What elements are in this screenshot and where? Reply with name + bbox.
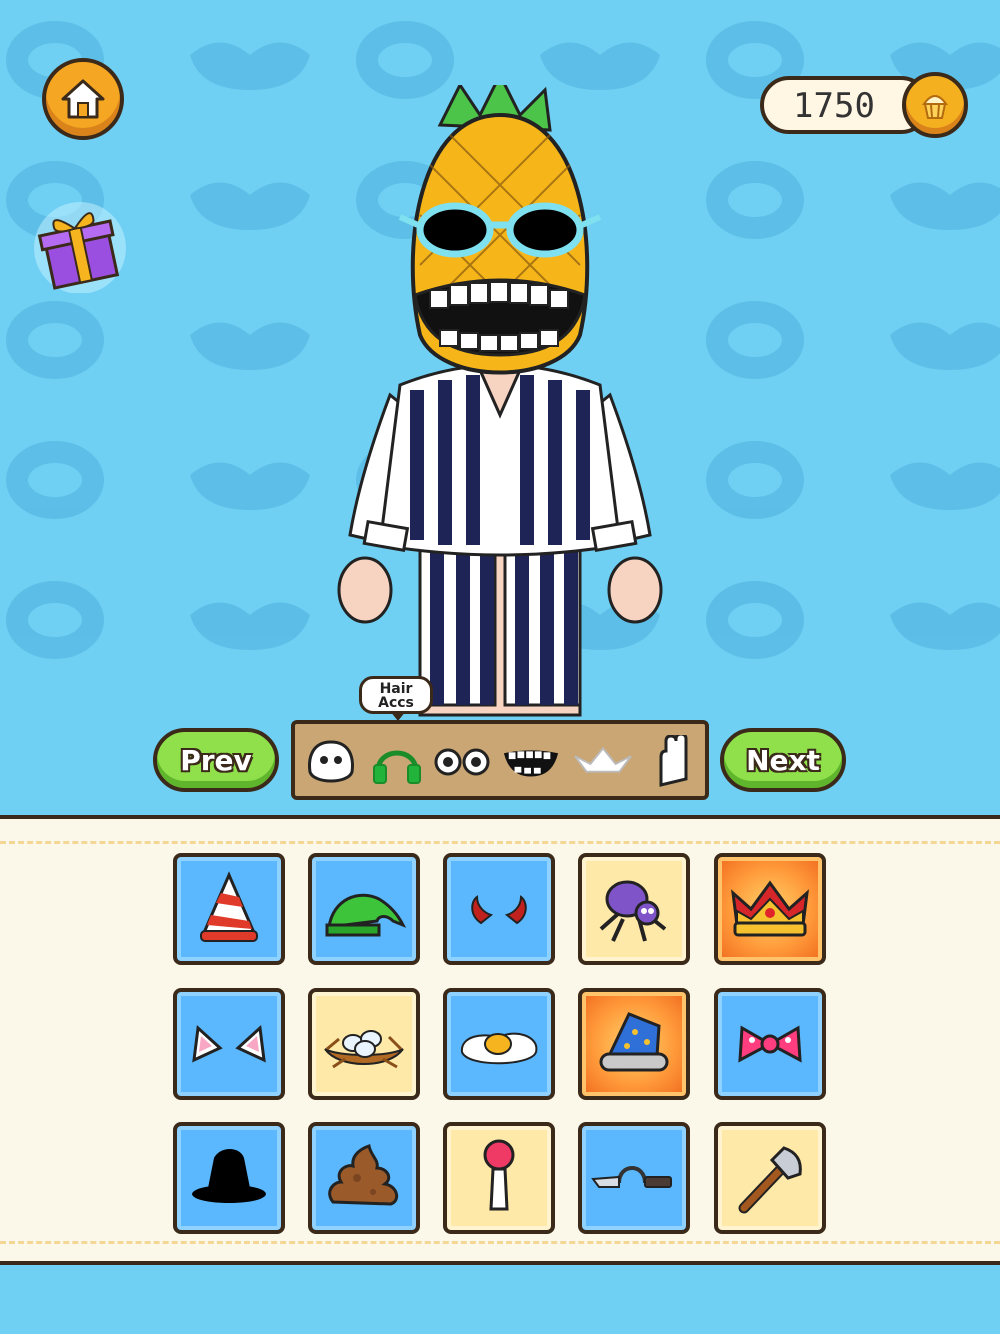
home-button[interactable] [42,58,124,140]
category-mouth[interactable] [501,734,561,790]
eyes-icon [434,748,490,776]
panel-divider-bottom [0,1241,1000,1244]
face-icon [308,740,354,783]
category-hands[interactable] [645,734,705,790]
category-face[interactable] [301,734,361,790]
item-devil-horns[interactable] [443,853,555,965]
category-bar [291,720,709,800]
poop-icon [328,1144,399,1206]
prev-button[interactable]: Prev [153,728,279,792]
character-preview [337,85,663,717]
item-wizard-hat[interactable] [578,988,690,1100]
item-pin[interactable] [443,1122,555,1234]
home-icon [61,79,105,119]
headphones-icon [373,750,421,784]
cat-ears-icon [192,1024,266,1063]
black-hat-icon [192,1149,266,1203]
item-black-hat[interactable] [173,1122,285,1234]
cupcake-coin-icon[interactable] [902,72,968,138]
item-poop[interactable] [308,1122,420,1234]
fried-egg-icon [460,1032,538,1065]
paper-hat-icon [574,746,632,773]
item-green-elf-hat[interactable] [308,853,420,965]
item-purple-spider[interactable] [578,853,690,965]
pink-bow-icon [738,1025,802,1063]
pin-icon [483,1139,515,1211]
next-button[interactable]: Next [720,728,846,792]
wizard-hat-icon [599,1012,669,1072]
item-axe[interactable] [714,1122,826,1234]
category-hair-accessories[interactable] [367,734,427,790]
tooltip-line-1: Hair [379,681,413,697]
category-hat[interactable] [573,734,633,790]
party-hat-icon [200,871,258,942]
green-elf-hat-icon [325,893,407,937]
gold-crown-icon [731,880,809,937]
category-eyes[interactable] [433,734,493,790]
purple-spider-icon [599,880,667,942]
item-fried-egg[interactable] [443,988,555,1100]
bottom-strip [0,1265,1000,1334]
item-cat-ears[interactable] [173,988,285,1100]
category-tooltip: Hair Accs [359,676,433,721]
mouth-icon [503,750,559,777]
panel-divider-top [0,841,1000,844]
bird-nest-eggs-icon [324,1030,404,1069]
item-knife-headband[interactable] [578,1122,690,1234]
item-gold-crown[interactable] [714,853,826,965]
hand-icon [659,735,688,787]
item-bird-nest[interactable] [308,988,420,1100]
gift-box-icon [34,202,126,294]
knife-headband-icon [591,1166,672,1188]
gift-button[interactable] [30,198,130,294]
devil-horns-icon [471,895,527,925]
axe-icon [738,1146,802,1214]
coin-amount: 1750 [793,86,875,126]
item-pink-bow[interactable] [714,988,826,1100]
tooltip-line-2: Accs [378,695,414,711]
item-party-hat[interactable] [173,853,285,965]
